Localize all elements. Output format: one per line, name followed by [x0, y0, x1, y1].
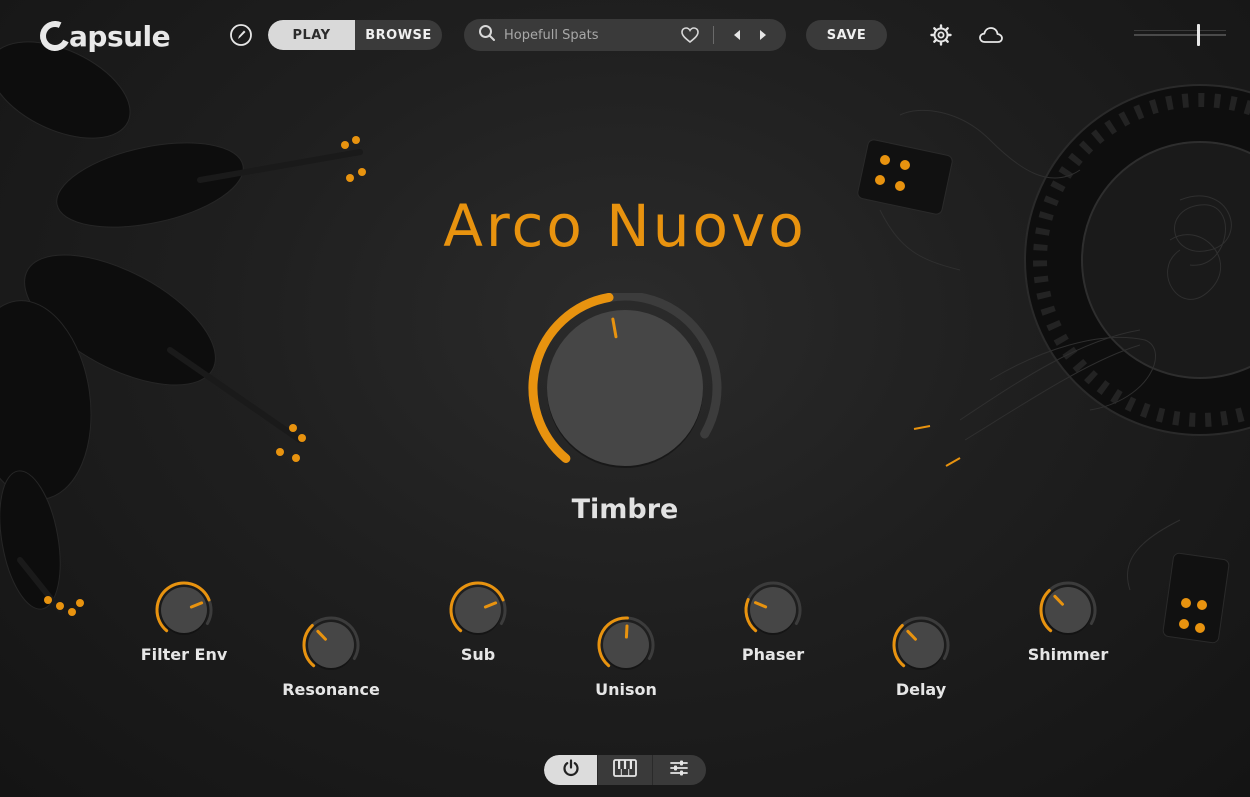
tab-browse[interactable]: BROWSE [355, 20, 442, 50]
timbre-knob[interactable] [520, 291, 730, 483]
shimmer-knob-graphic [1039, 581, 1097, 635]
knob-body [308, 622, 354, 668]
sub-knob-graphic [449, 581, 507, 635]
timbre-label: Timbre [571, 494, 679, 525]
power-icon [561, 758, 581, 782]
keyboard-view-button[interactable] [597, 755, 651, 785]
preset-title: Arco Nuovo [443, 192, 807, 260]
phaser-knob-graphic [744, 581, 802, 635]
triangle-right-icon[interactable] [750, 22, 776, 48]
master-volume-slider[interactable] [1134, 24, 1226, 46]
volume-track [1134, 34, 1226, 36]
cloud-icon[interactable] [978, 22, 1004, 48]
knob-label: Phaser [741, 645, 805, 664]
knob-pointer [624, 624, 629, 639]
knob-body [750, 587, 796, 633]
power-view-button[interactable] [544, 755, 598, 785]
knob-label: Resonance [282, 680, 380, 699]
knob-body [455, 587, 501, 633]
pencil-icon[interactable] [228, 22, 254, 48]
unison-knob-graphic [597, 616, 655, 670]
logo-text: apsule [69, 19, 171, 53]
volume-thumb[interactable] [1196, 24, 1200, 46]
resonance-knob-graphic [302, 616, 360, 670]
search-divider [713, 26, 714, 44]
knob-body [898, 622, 944, 668]
delay-knob-graphic [892, 616, 950, 670]
keyboard-icon [613, 759, 637, 781]
knob-body [547, 310, 703, 466]
knob-label: Shimmer [1027, 645, 1109, 664]
knob-body [161, 587, 207, 633]
knob-sub[interactable]: Sub [418, 580, 538, 680]
knob-filter-env[interactable]: Filter Env [124, 580, 244, 680]
knob-shimmer[interactable]: Shimmer [1008, 580, 1128, 680]
view-switcher [544, 755, 706, 785]
preset-search-bar: Hopefull Spats [464, 19, 786, 51]
gear-icon[interactable] [928, 22, 954, 48]
tab-play[interactable]: PLAY [268, 20, 355, 50]
knob-body [1045, 587, 1091, 633]
search-icon [478, 24, 496, 46]
heart-icon[interactable] [677, 22, 703, 48]
preset-search-field[interactable]: Hopefull Spats [478, 19, 677, 51]
knob-label: Unison [595, 680, 657, 699]
knob-label: Delay [895, 680, 947, 699]
volume-track-shadow [1134, 30, 1226, 31]
knob-label: Sub [460, 645, 496, 664]
save-button[interactable]: SAVE [806, 20, 887, 50]
plugin-window: apsule PLAY BROWSE Hopefull Spats SAVE A… [0, 0, 1250, 797]
knob-phaser[interactable]: Phaser [713, 580, 833, 680]
knob-resonance[interactable]: Resonance [271, 615, 391, 715]
knob-unison[interactable]: Unison [566, 615, 686, 715]
mode-tabs: PLAY BROWSE [268, 20, 442, 50]
settings-view-button[interactable] [651, 755, 706, 785]
timbre-knob-graphic [528, 291, 722, 468]
capsule-logo: apsule [35, 16, 171, 56]
knob-label: Filter Env [140, 645, 228, 664]
filter-env-knob-graphic [155, 581, 213, 635]
sliders-icon [669, 759, 689, 781]
preset-name-text: Hopefull Spats [504, 27, 599, 43]
knob-delay[interactable]: Delay [861, 615, 981, 715]
triangle-left-icon[interactable] [724, 22, 750, 48]
